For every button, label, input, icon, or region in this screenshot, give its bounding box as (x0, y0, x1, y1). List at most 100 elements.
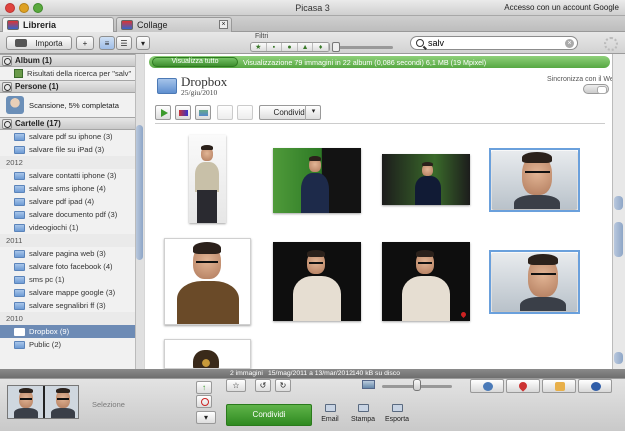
photo-thumbnail[interactable] (189, 135, 226, 223)
share-dropdown-icon[interactable]: ▾ (305, 105, 321, 120)
tray-thumbnail[interactable] (45, 386, 78, 418)
places-panel-button[interactable] (506, 379, 540, 393)
filter-geo-icon[interactable]: ▲ (298, 43, 314, 51)
add-folder-button[interactable]: + (76, 36, 94, 50)
library-icon (7, 20, 19, 30)
star-button[interactable]: ☆ (226, 379, 246, 392)
search-album-icon (2, 55, 12, 66)
save-folder-button[interactable] (237, 105, 253, 120)
sidebar-item-folder[interactable]: salvare contatti iphone (3) (0, 169, 143, 182)
create-collage-button[interactable] (195, 105, 211, 120)
share-folder-label: Condividi (273, 108, 307, 117)
photo-thumbnail[interactable] (273, 242, 361, 321)
email-button[interactable]: Email (315, 404, 345, 423)
sidebar-item-folder[interactable]: videogiochi (1) (0, 221, 143, 234)
sidebar-item-folder[interactable]: salvare segnalibri ff (3) (0, 299, 143, 312)
image-count: 2 immagini (230, 370, 263, 377)
sidebar-item-folder[interactable]: salvare pdf su iphone (3) (0, 130, 143, 143)
sidebar-item-folder[interactable]: salvare file su iPad (3) (0, 143, 143, 156)
main-scrollbar[interactable] (612, 54, 625, 369)
star-folder-button[interactable] (217, 105, 233, 120)
slideshow-play-button[interactable] (155, 105, 171, 120)
folder-label: Dropbox (9) (29, 327, 70, 336)
search-input[interactable] (428, 38, 558, 48)
thumbnail-size-knob[interactable] (413, 379, 421, 391)
tab-collage-label: Collage (137, 20, 168, 30)
folders-section-header[interactable]: Cartelle (17) (0, 117, 143, 130)
sidebar-item-folder[interactable]: salvare pagina web (3) (0, 247, 143, 260)
folder-label: salvare mappe google (3) (29, 288, 116, 297)
folder-label: salvare pdf su iphone (3) (29, 132, 113, 141)
hold-selection-button[interactable]: ↑ (196, 381, 212, 394)
close-tab-icon[interactable]: × (219, 20, 228, 29)
export-label: Esporta (384, 416, 410, 423)
folder-label: salvare contatti iphone (3) (29, 171, 117, 180)
sidebar-item-folder[interactable]: salvare documento pdf (3) (0, 208, 143, 221)
year-header-2010: 2010 (0, 312, 143, 325)
folder-date: 25/giu/2010 (181, 88, 218, 97)
sidebar-item-search-results[interactable]: Risultati della ricerca per "salv" (0, 67, 143, 80)
main-scrollbar-thumb[interactable] (614, 222, 623, 257)
people-section-header[interactable]: Persone (1) (0, 80, 143, 93)
photo-thumbnail-selected[interactable] (489, 148, 580, 212)
date-filter-knob[interactable] (332, 42, 340, 52)
tray-thumbnail[interactable] (8, 386, 43, 418)
clear-selection-button[interactable] (196, 395, 212, 408)
main-scroll-down[interactable] (614, 352, 623, 364)
album-section-header[interactable]: Album (1) (0, 54, 143, 67)
map-pin-icon (517, 380, 529, 392)
photo-thumbnail[interactable] (382, 242, 470, 321)
export-button[interactable]: Esporta (382, 404, 412, 423)
view-tree-button[interactable]: ☰ (116, 36, 132, 50)
sidebar-item-dropbox[interactable]: Dropbox (9) (0, 325, 143, 338)
sync-web-toggle[interactable] (583, 84, 609, 94)
share-button[interactable]: Condividi (226, 404, 312, 426)
photo-thumbnail-selected[interactable] (489, 250, 580, 314)
view-all-button[interactable]: Visualizza tutto (152, 57, 238, 67)
create-movie-button[interactable] (175, 105, 191, 120)
date-filter-slider[interactable] (335, 46, 393, 49)
toolbar: Importa + ≡ ☰ ▾ Filtri ★ ▪ ● ▲ ♦ × (0, 32, 625, 54)
folder-icon (14, 197, 25, 206)
filter-people-icon[interactable]: ● (282, 43, 298, 51)
sidebar-item-folder[interactable]: salvare pdf ipad (4) (0, 195, 143, 208)
tags-panel-button[interactable] (542, 379, 576, 393)
sidebar-item-folder[interactable]: salvare sms iphone (4) (0, 182, 143, 195)
sidebar-item-folder[interactable]: sms pc (1) (0, 273, 143, 286)
selection-label: Selezione (92, 400, 125, 409)
people-panel-button[interactable] (470, 379, 504, 393)
photo-thumbnail[interactable] (273, 148, 361, 213)
filter-tag-icon[interactable]: ♦ (313, 43, 329, 51)
filter-star-icon[interactable]: ★ (251, 43, 267, 51)
info-panel-button[interactable] (578, 379, 612, 393)
sidebar-scrollbar-thumb[interactable] (136, 125, 143, 260)
tray-thumbnails[interactable] (7, 385, 79, 419)
view-flat-list-button[interactable]: ≡ (99, 36, 115, 50)
photo-thumbnail[interactable] (164, 238, 251, 325)
photo-thumbnail[interactable] (164, 339, 251, 369)
sidebar-item-folder[interactable]: salvare mappe google (3) (0, 286, 143, 299)
add-to-album-button[interactable]: ▾ (196, 411, 216, 424)
import-button[interactable]: Importa (6, 36, 72, 50)
title-bar: Picasa 3 Accesso con un account Google (0, 0, 625, 16)
folder-label: salvare documento pdf (3) (29, 210, 118, 219)
person-icon (483, 382, 493, 391)
folder-icon (14, 262, 25, 271)
sidebar-item-folder[interactable]: salvare foto facebook (4) (0, 260, 143, 273)
clear-search-icon[interactable]: × (565, 39, 574, 48)
sidebar-item-folder[interactable]: Public (2) (0, 338, 143, 351)
sidebar-item-people-scan[interactable]: Scansione, 5% completata (0, 93, 143, 117)
print-button[interactable]: Stampa (348, 404, 378, 423)
view-options-dropdown[interactable]: ▾ (136, 36, 150, 50)
year-header-2012: 2012 (0, 156, 143, 169)
disk-size: 140 kB su disco (352, 370, 400, 377)
rotate-left-button[interactable]: ↺ (255, 379, 271, 392)
filter-video-icon[interactable]: ▪ (267, 43, 283, 51)
rotate-right-button[interactable]: ↻ (275, 379, 291, 392)
photo-thumbnail[interactable] (382, 154, 470, 205)
tab-collage[interactable]: Collage × (116, 17, 232, 32)
google-account-link[interactable]: Accesso con un account Google (504, 3, 619, 12)
info-icon (591, 382, 601, 391)
main-scroll-up[interactable] (614, 196, 623, 210)
tab-library[interactable]: Libreria (2, 17, 114, 32)
